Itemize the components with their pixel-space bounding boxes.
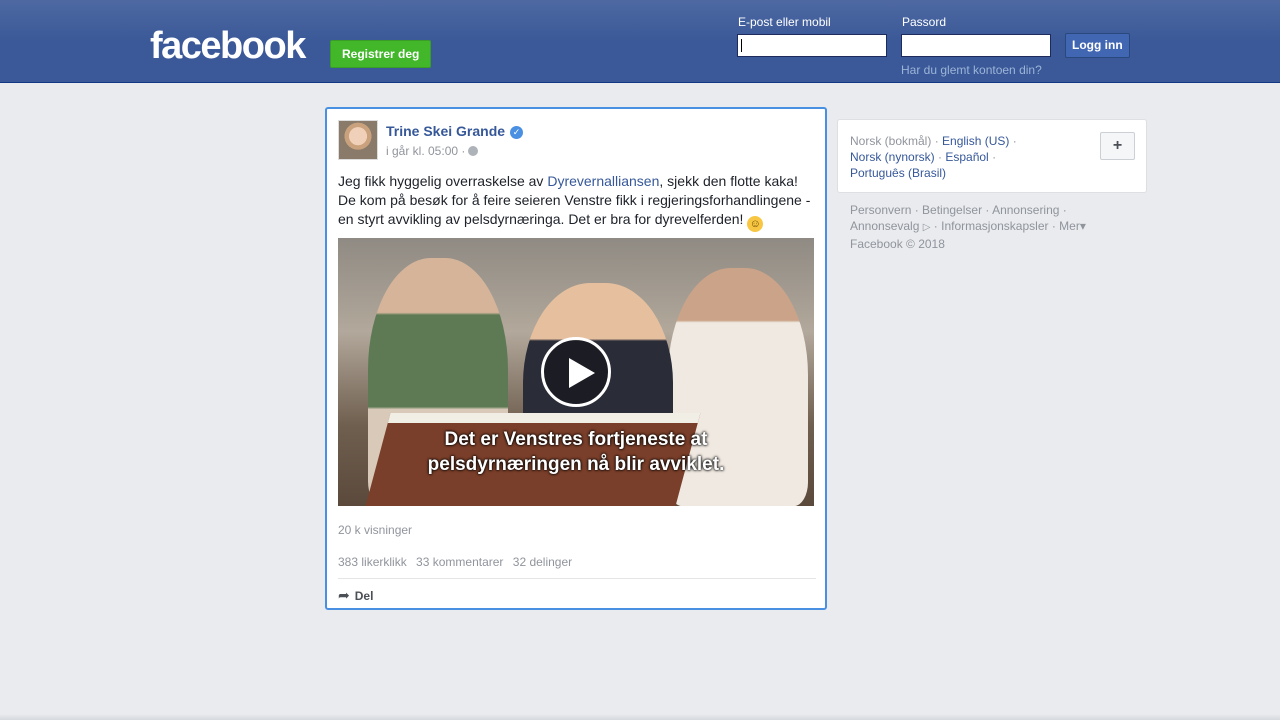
author-avatar[interactable]: [338, 120, 378, 160]
globe-icon: [468, 146, 479, 156]
caption-line: pelsdyrnæringen nå blir avviklet.: [427, 454, 725, 475]
divider: [338, 578, 816, 579]
post-text-part: Jeg fikk hyggelig overraskelse av: [338, 173, 548, 189]
lang-current: Norsk (bokmål): [850, 134, 932, 148]
post-timestamp: i går kl. 05:00 ·: [386, 144, 479, 158]
video-caption: Det er Venstres fortjeneste at pelsdyrnæ…: [338, 427, 814, 477]
dyrevernalliansen-link[interactable]: Dyrevernalliansen: [547, 173, 659, 189]
post-card: Trine Skei Grande ✓ i går kl. 05:00 · Jeg…: [325, 107, 827, 610]
footer-links: Personvern · Betingelser · Annonsering ·…: [850, 202, 1150, 252]
post-author[interactable]: Trine Skei Grande ✓: [386, 123, 524, 139]
email-label: E-post eller mobil: [738, 15, 831, 29]
forgot-account-link[interactable]: Har du glemt kontoen din?: [901, 63, 1042, 77]
ad-choices-icon: ▷: [922, 222, 931, 233]
footer-links-rest[interactable]: · Informasjonskapsler · Mer: [934, 219, 1080, 233]
more-languages-button[interactable]: +: [1100, 132, 1135, 160]
lang-english[interactable]: English (US): [942, 134, 1009, 148]
post-text: Jeg fikk hyggelig overraskelse av Dyreve…: [338, 172, 816, 232]
email-input[interactable]: [737, 34, 887, 57]
caption-line: Det er Venstres fortjeneste at: [444, 429, 708, 450]
copyright: Facebook © 2018: [850, 237, 945, 251]
timestamp-text[interactable]: i går kl. 05:00 ·: [386, 144, 465, 158]
lang-nynorsk[interactable]: Norsk (nynorsk): [850, 150, 935, 164]
video-player[interactable]: Det er Venstres fortjeneste at pelsdyrnæ…: [338, 238, 814, 506]
lang-portugues[interactable]: Português (Brasil): [850, 166, 946, 180]
text-caret: [741, 39, 742, 52]
password-label: Passord: [902, 15, 947, 29]
footer-line[interactable]: Personvern · Betingelser · Annonsering ·: [850, 202, 1150, 218]
share-button[interactable]: ➦ Del: [338, 587, 373, 604]
comments-count[interactable]: 33 kommentarer: [416, 555, 503, 569]
caret-down-icon[interactable]: ▾: [1080, 219, 1086, 233]
register-button[interactable]: Registrer deg: [330, 40, 432, 68]
play-button-icon[interactable]: [541, 337, 611, 407]
footer-line: Annonsevalg ▷ · Informasjonskapsler · Me…: [850, 218, 1150, 236]
lang-espanol[interactable]: Español: [945, 150, 988, 164]
share-label: Del: [354, 589, 374, 603]
ad-choices-link[interactable]: Annonsevalg: [850, 219, 919, 233]
password-input[interactable]: [901, 34, 1051, 57]
shares-count[interactable]: 32 delinger: [513, 555, 572, 569]
bottom-edge: [0, 714, 1280, 720]
verified-badge-icon: ✓: [510, 126, 524, 139]
likes-count[interactable]: 383 likerklikk: [338, 555, 407, 569]
top-bar: facebook Registrer deg E-post eller mobi…: [0, 0, 1280, 83]
login-button[interactable]: Logg inn: [1065, 33, 1130, 58]
smile-emoji-icon: ☺: [747, 216, 764, 232]
play-triangle-icon: [569, 358, 595, 388]
share-arrow-icon: ➦: [338, 587, 350, 603]
facebook-logo[interactable]: facebook: [150, 26, 306, 66]
language-box: Norsk (bokmål) · English (US) · Norsk (n…: [837, 119, 1147, 193]
post-stats: 383 likerklikk 33 kommentarer 32 delinge…: [338, 555, 578, 569]
view-count: 20 k visninger: [338, 523, 413, 537]
author-name[interactable]: Trine Skei Grande: [386, 123, 505, 139]
language-list: Norsk (bokmål) · English (US) · Norsk (n…: [850, 134, 1017, 180]
